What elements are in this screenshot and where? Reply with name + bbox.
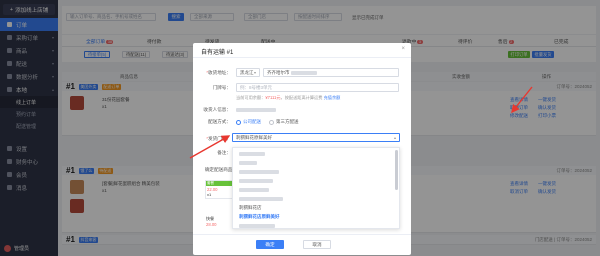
dropdown-option[interactable]: [233, 222, 393, 228]
doorplate-label: 门牌号：: [212, 85, 231, 90]
region-select[interactable]: 黑龙江 ▾: [236, 68, 260, 77]
divider: [193, 57, 411, 58]
modal-title: 自有运输 #1: [201, 50, 234, 56]
close-icon[interactable]: ×: [401, 46, 405, 52]
goods-card: 套餐 22.00 x1: [205, 180, 233, 199]
dropdown-option[interactable]: 刺猬鲜花店: [233, 204, 393, 212]
dropdown-option[interactable]: [233, 195, 393, 203]
doorplate-input[interactable]: 例：8号楼3单元: [236, 83, 399, 92]
dropdown-option[interactable]: [233, 177, 393, 185]
confirm-button[interactable]: 确定: [256, 240, 284, 249]
radio-dot: [236, 119, 241, 125]
radio-dot: [269, 119, 274, 125]
address-label: *收货地址：: [206, 70, 231, 75]
goods-qty: x1: [207, 192, 212, 197]
remark-label: 备注：: [217, 150, 231, 155]
chevron-down-icon: ▾: [253, 70, 256, 75]
receiver-label: 收货人信息：: [203, 107, 231, 112]
region-value: 黑龙江: [240, 69, 254, 75]
radio-label: 公司配送: [243, 119, 261, 124]
goods-name: 快餐: [206, 216, 214, 221]
dropdown-option-selected[interactable]: 刺猬鲜花店原鲜美好: [233, 213, 393, 221]
receiver-info: [236, 107, 276, 112]
dropdown-option[interactable]: [233, 168, 393, 176]
recharge-link[interactable]: 充值余额: [324, 95, 341, 100]
cancel-button[interactable]: 取消: [303, 240, 331, 249]
scrollbar[interactable]: [395, 150, 398, 190]
store-dropdown: 刺猬鲜花店 刺猬鲜花店原鲜美好: [232, 147, 400, 229]
radio-label: 第三方配送: [276, 119, 299, 124]
radio-third-party[interactable]: 第三方配送: [269, 119, 299, 125]
chevron-up-icon: ▴: [393, 135, 396, 140]
store-value: 刺猬鲜花原鲜美好: [236, 134, 272, 140]
store-label: *发货门店：: [206, 136, 231, 141]
radio-company-delivery[interactable]: 公司配送: [236, 119, 261, 125]
goods-card: 快餐 28.00: [205, 215, 233, 228]
address-value: 齐齐哈尔市: [267, 69, 290, 75]
delivery-method-label: 配送方式：: [208, 119, 231, 124]
balance-note: 当前可用余额：¥7111元，按配送距离计算运费 充值余额: [236, 95, 341, 100]
goods-price: 28.00: [206, 222, 217, 227]
dropdown-option[interactable]: [233, 159, 393, 167]
divider: [193, 234, 411, 235]
delivery-modal: 自有运输 #1 × *收货地址： 黑龙江 ▾ 齐齐哈尔市 门牌号： 例：8号楼3单…: [193, 43, 411, 255]
store-select[interactable]: 刺猬鲜花原鲜美好 ▴: [232, 133, 400, 142]
address-input[interactable]: 齐齐哈尔市: [263, 68, 399, 77]
doorplate-placeholder: 例：8号楼3单元: [240, 84, 273, 90]
dropdown-option[interactable]: [233, 186, 393, 194]
dropdown-option[interactable]: [233, 150, 393, 158]
